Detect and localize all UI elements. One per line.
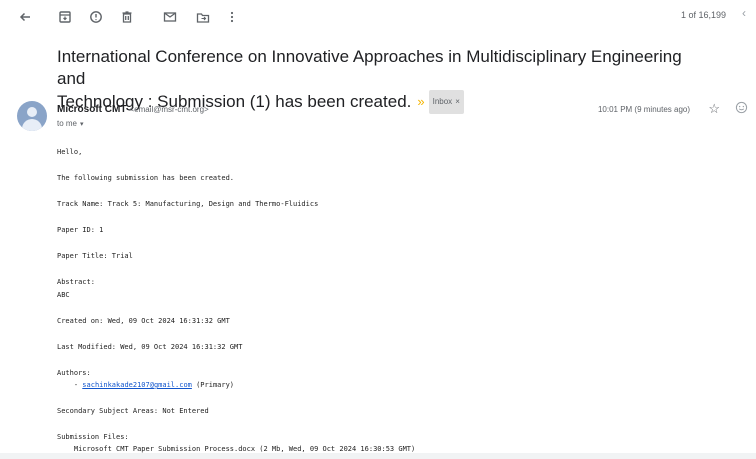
inbox-label-text: Inbox bbox=[432, 97, 453, 106]
sender-email: <email@msr-cmt.org> bbox=[129, 105, 209, 114]
author-email-link[interactable]: sachinkakade2107@gmail.com bbox=[82, 381, 192, 389]
recipient-text: to me bbox=[57, 119, 78, 128]
author-entry: - sachinkakade2107@gmail.com (Primary) bbox=[57, 381, 234, 389]
greeting-text: Hello, bbox=[57, 148, 83, 156]
trash-icon[interactable] bbox=[118, 8, 136, 26]
secondary-subject-areas: Secondary Subject Areas: Not Entered bbox=[57, 407, 209, 415]
avatar-body bbox=[22, 119, 42, 131]
mark-unread-icon[interactable] bbox=[161, 8, 179, 26]
email-timestamp: 10:01 PM (9 minutes ago) bbox=[597, 105, 690, 114]
files-label: Submission Files: bbox=[57, 433, 129, 441]
file-entry: Microsoft CMT Paper Submission Process.d… bbox=[57, 445, 416, 453]
intro-text: The following submission has been create… bbox=[57, 174, 235, 182]
more-vert-icon[interactable] bbox=[223, 8, 241, 26]
created-on: Created on: Wed, 09 Oct 2024 16:31:32 GM… bbox=[57, 317, 230, 325]
recipient-details-toggle[interactable]: to me ▾ bbox=[57, 119, 84, 128]
authors-label: Authors: bbox=[57, 369, 91, 377]
move-to-icon[interactable] bbox=[194, 8, 212, 26]
caret-down-icon[interactable]: ▾ bbox=[80, 121, 84, 128]
inbox-label-chip[interactable]: Inbox × bbox=[428, 90, 464, 114]
subject-line-1: International Conference on Innovative A… bbox=[57, 47, 682, 88]
add-reaction-icon[interactable] bbox=[735, 101, 748, 114]
last-modified: Last Modified: Wed, 09 Oct 2024 16:31:32… bbox=[57, 343, 243, 351]
chevron-left-icon[interactable]: ‹ bbox=[742, 6, 746, 20]
sender-info: Microsoft CMT <email@msr-cmt.org> bbox=[57, 104, 209, 115]
author-role: (Primary) bbox=[191, 381, 235, 389]
email-toolbar: 1 of 16,199 ‹ bbox=[0, 0, 756, 34]
avatar[interactable] bbox=[17, 101, 47, 131]
abstract-label: Abstract: bbox=[57, 278, 95, 286]
importance-marker-icon[interactable]: » bbox=[417, 91, 424, 113]
report-spam-icon[interactable] bbox=[87, 8, 105, 26]
paper-title: Paper Title: Trial bbox=[57, 252, 133, 260]
avatar-head bbox=[27, 107, 37, 117]
pagination-count: 1 of 16,199 bbox=[680, 10, 726, 20]
sender-name[interactable]: Microsoft CMT bbox=[57, 104, 126, 115]
abstract-value: ABC bbox=[57, 291, 70, 299]
track-name: Track Name: Track 5: Manufacturing, Desi… bbox=[57, 200, 319, 208]
bottom-edge bbox=[0, 453, 756, 459]
author-prefix: - bbox=[57, 381, 83, 389]
remove-label-icon[interactable]: × bbox=[455, 97, 460, 106]
arrow-left-icon[interactable] bbox=[16, 8, 34, 26]
archive-icon[interactable] bbox=[56, 8, 74, 26]
paper-id: Paper ID: 1 bbox=[57, 226, 104, 234]
star-outline-icon[interactable]: ☆ bbox=[708, 101, 720, 117]
